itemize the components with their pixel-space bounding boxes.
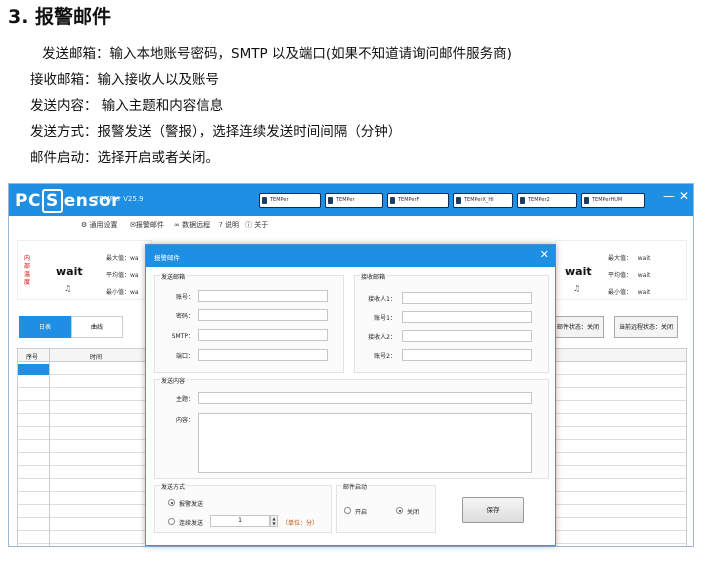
- left-min: 最小值：wa: [106, 289, 139, 296]
- save-button[interactable]: 保存: [462, 497, 524, 523]
- device-tab-temper2[interactable]: TEMPer2: [517, 193, 577, 208]
- interval-unit: （单位：分）: [282, 520, 319, 527]
- receive-mailbox-label: 接收邮箱: [360, 272, 387, 281]
- dialog-title: 报警邮件: [154, 254, 180, 262]
- account-input[interactable]: [198, 290, 328, 302]
- menu-remote-data[interactable]: ∞ 数据远程: [174, 220, 210, 230]
- enable-on-label: 开启: [355, 509, 368, 516]
- alarm-send-label: 报警发送: [179, 501, 204, 508]
- info-icon: ⓘ: [245, 221, 252, 229]
- close-icon[interactable]: ✕: [679, 189, 689, 203]
- menu-about[interactable]: ⓘ 关于: [245, 220, 268, 230]
- left-sensor-value: wait: [56, 265, 83, 278]
- doc-line-receive: 接收邮箱：输入接收人以及账号: [30, 72, 219, 88]
- device-tab-temper-1[interactable]: TEMPer: [259, 193, 321, 208]
- chevron-down-icon[interactable]: ▼: [272, 521, 275, 526]
- smtp-input[interactable]: [198, 329, 328, 341]
- doc-line-content: 发送内容： 输入主题和内容信息: [30, 98, 224, 114]
- tab-table[interactable]: 日表: [19, 316, 71, 338]
- alarm-mail-dialog: 报警邮件 ✕ 发送邮箱 账号： 密码： SMTP： 端口： 接收邮箱 接收人1：…: [145, 244, 556, 546]
- right-avg: 平均值： wait: [608, 272, 651, 279]
- remote-status-button[interactable]: 当前远程状态：关闭: [614, 316, 679, 338]
- smtp-label: SMTP：: [171, 333, 194, 340]
- receiver2-input[interactable]: [402, 330, 532, 342]
- menu-help[interactable]: ? 说明: [219, 220, 239, 230]
- continuous-send-label: 连续发送: [179, 520, 204, 527]
- bell-icon: ♫: [573, 284, 581, 293]
- subject-label: 主题：: [175, 396, 194, 403]
- mail-status-button[interactable]: 邮件状态：关闭: [552, 316, 605, 338]
- device-tab-temperhum[interactable]: TEMPerHUM: [581, 193, 645, 208]
- port-input[interactable]: [198, 349, 328, 361]
- table-column-divider: [49, 348, 50, 546]
- account1-label: 账号1：: [374, 315, 396, 322]
- right-sensor-value: wait: [565, 265, 592, 278]
- column-index: 序号: [26, 354, 39, 361]
- doc-line-send: 发送邮箱：输入本地账号密码，SMTP 以及端口(如果不知道请询问邮件服务商): [42, 46, 512, 62]
- account2-label: 账号2：: [374, 353, 396, 360]
- continuous-send-radio[interactable]: [168, 518, 175, 525]
- enable-off-radio[interactable]: [396, 507, 403, 514]
- bell-icon: ♫: [64, 284, 72, 293]
- device-tab-temperf[interactable]: TEMPerF: [387, 193, 449, 208]
- send-mailbox-label: 发送邮箱: [160, 272, 187, 281]
- mail-enable-label: 邮件启动: [342, 482, 369, 491]
- menu-alarm-mail[interactable]: ✉报警邮件: [130, 220, 164, 230]
- tab-curve[interactable]: 曲线: [71, 316, 123, 338]
- internal-temp-label: 内部温度: [24, 255, 31, 286]
- right-min: 最小值： wait: [608, 289, 651, 296]
- enable-off-label: 关闭: [407, 509, 420, 516]
- account2-input[interactable]: [402, 349, 532, 361]
- title-bar: PC Sensor TEMPer V25.9 TEMPer TEMPer TEMP…: [9, 184, 693, 216]
- link-icon: ∞: [174, 221, 180, 229]
- left-max: 最大值：wa: [106, 255, 139, 262]
- alarm-send-radio[interactable]: [168, 499, 175, 506]
- receiver1-input[interactable]: [402, 292, 532, 304]
- interval-stepper-arrows[interactable]: ▲ ▼: [270, 515, 278, 527]
- body-textarea[interactable]: [198, 413, 532, 473]
- doc-line-enable: 邮件启动：选择开启或者关闭。: [30, 150, 219, 166]
- enable-on-radio[interactable]: [344, 507, 351, 514]
- content-group-label: 发送内容: [160, 376, 187, 385]
- dialog-close-icon[interactable]: ✕: [540, 248, 549, 261]
- password-input[interactable]: [198, 309, 328, 321]
- doc-line-mode: 发送方式：报警发送（警报），选择连续发送时间间隔（分钟）: [30, 124, 402, 140]
- left-sensor-panel: 内部温度 wait ♫ 最大值：wa 平均值：wa 最小值：wa: [17, 240, 152, 300]
- device-tab-temperx-hi[interactable]: TEMPerX_HI: [453, 193, 513, 208]
- receiver1-label: 接收人1：: [368, 296, 396, 303]
- account-label: 账号：: [175, 294, 194, 301]
- password-label: 密码：: [175, 313, 194, 320]
- menu-bar: ⚙ 通用设置 ✉报警邮件 ∞ 数据远程 ? 说明 ⓘ 关于: [9, 216, 693, 232]
- help-icon: ?: [219, 221, 223, 229]
- device-tab-temper-2[interactable]: TEMPer: [325, 193, 383, 208]
- mail-enable-group: [336, 485, 436, 533]
- send-mode-label: 发送方式: [160, 482, 187, 491]
- right-sensor-panel: wait ♫ 最大值： wait 平均值： wait 最小值： wait: [555, 240, 687, 300]
- doc-heading: 3. 报警邮件: [8, 6, 112, 28]
- receiver2-label: 接收人2：: [368, 334, 396, 341]
- right-max: 最大值： wait: [608, 255, 651, 262]
- left-avg: 平均值：wa: [106, 272, 139, 279]
- menu-settings[interactable]: ⚙ 通用设置: [81, 220, 118, 230]
- dialog-title-bar: 报警邮件 ✕: [146, 245, 555, 267]
- account1-input[interactable]: [402, 311, 532, 323]
- interval-stepper[interactable]: 1: [210, 515, 270, 527]
- minimize-icon[interactable]: —: [663, 189, 675, 203]
- app-version: TEMPer V25.9: [95, 195, 144, 203]
- subject-input[interactable]: [198, 392, 532, 404]
- body-label: 内容：: [175, 417, 194, 424]
- port-label: 端口：: [175, 353, 194, 360]
- gear-icon: ⚙: [81, 221, 88, 229]
- column-time: 时间: [90, 354, 103, 361]
- selected-cell[interactable]: [18, 364, 49, 375]
